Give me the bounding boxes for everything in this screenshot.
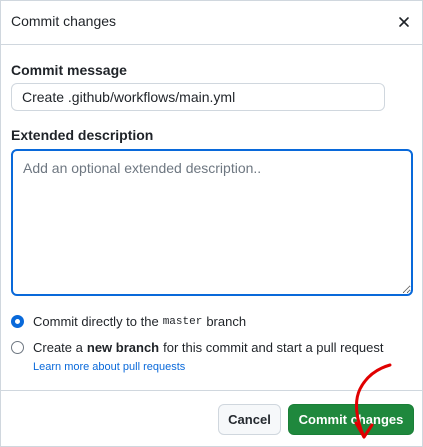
commit-changes-dialog: Commit changes Commit message Extended d…: [0, 0, 423, 447]
learn-more-pull-requests-link[interactable]: Learn more about pull requests: [33, 361, 185, 373]
commit-directly-suffix: branch: [206, 314, 247, 329]
commit-directly-radio[interactable]: [11, 315, 24, 328]
branch-name: master: [162, 315, 203, 328]
new-branch-prefix: Create a: [33, 340, 83, 355]
new-branch-suffix: for this commit and start a pull request: [163, 340, 384, 355]
close-icon: [399, 17, 409, 27]
new-branch-emphasis: new branch: [86, 340, 160, 355]
dialog-footer: Cancel Commit changes: [1, 390, 422, 447]
commit-message-input[interactable]: [11, 83, 385, 111]
new-branch-option[interactable]: Create a new branch for this commit and …: [11, 340, 384, 355]
commit-directly-option[interactable]: Commit directly to the master branch: [11, 314, 246, 329]
commit-changes-button[interactable]: Commit changes: [288, 404, 414, 435]
close-button[interactable]: [394, 12, 414, 32]
commit-directly-prefix: Commit directly to the: [33, 314, 159, 329]
commit-message-label: Commit message: [11, 62, 127, 78]
new-branch-radio[interactable]: [11, 341, 24, 354]
cancel-button[interactable]: Cancel: [218, 404, 281, 435]
extended-description-label: Extended description: [11, 127, 154, 143]
dialog-header: Commit changes: [1, 1, 422, 45]
extended-description-textarea[interactable]: [11, 149, 413, 296]
dialog-title: Commit changes: [11, 13, 117, 29]
